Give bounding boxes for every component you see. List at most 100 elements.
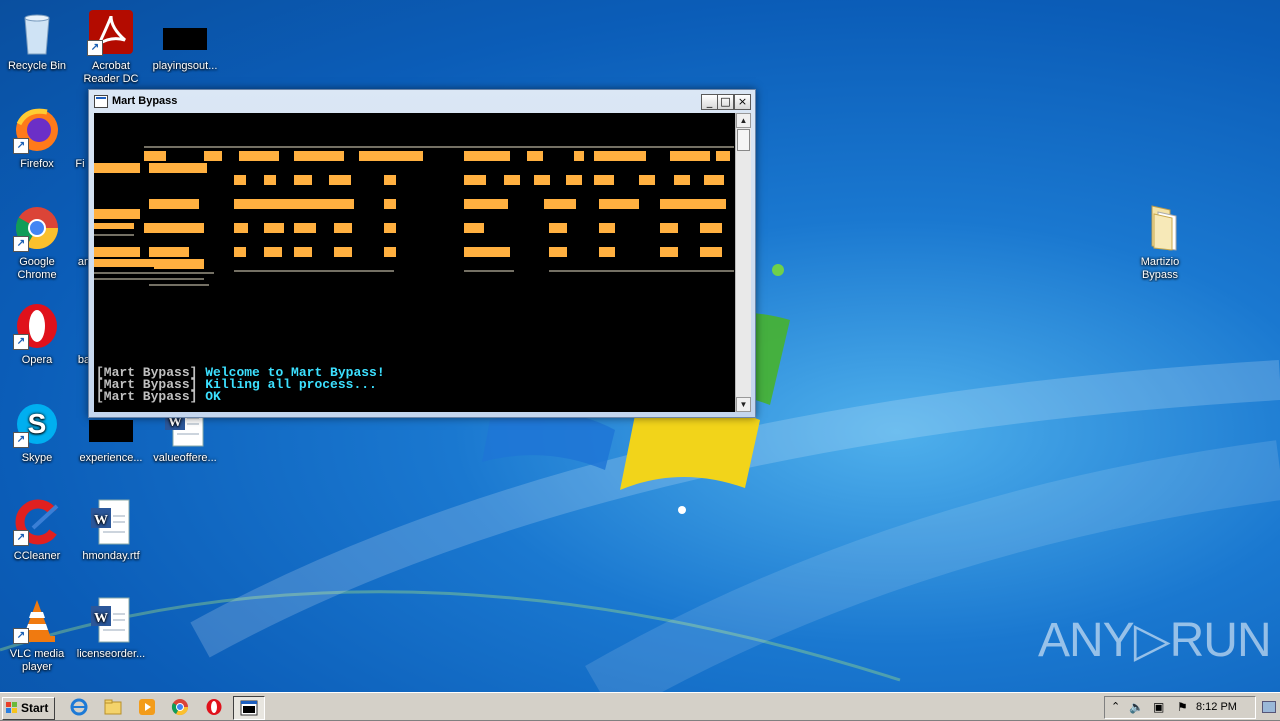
banner-block xyxy=(234,223,248,233)
black-file-icon xyxy=(163,28,207,50)
desktop-icon-skype[interactable]: S ↗ Skype xyxy=(0,400,74,465)
banner-block xyxy=(144,151,166,161)
tray-expand-icon[interactable]: ⌃ xyxy=(1111,700,1120,713)
banner-block xyxy=(700,247,722,257)
opera-icon[interactable] xyxy=(205,698,223,716)
taskbar-console-button[interactable] xyxy=(233,696,265,720)
flag-icon[interactable]: ⚑ xyxy=(1177,700,1188,714)
banner-block xyxy=(94,163,140,173)
shortcut-arrow-icon: ↗ xyxy=(13,432,29,448)
desktop-icon-licenseorder[interactable]: W licenseorder... xyxy=(74,596,148,661)
minimize-button[interactable]: _ xyxy=(701,94,718,110)
banner-block xyxy=(464,247,510,257)
banner-block xyxy=(670,151,710,161)
console-icon xyxy=(94,95,108,108)
scroll-down-icon[interactable]: ▼ xyxy=(736,397,751,412)
explorer-icon[interactable] xyxy=(104,698,122,716)
desktop-icon-opera[interactable]: ↗ Opera xyxy=(0,302,74,367)
banner-block xyxy=(527,151,543,161)
banner-block xyxy=(204,151,222,161)
banner-block xyxy=(599,247,615,257)
banner-block xyxy=(534,175,550,185)
banner-block xyxy=(334,247,352,257)
banner-block xyxy=(674,175,690,185)
media-player-icon[interactable] xyxy=(138,698,156,716)
desktop-icon-hmonday[interactable]: W hmonday.rtf xyxy=(74,498,148,563)
banner-block xyxy=(149,163,207,173)
banner-block xyxy=(94,259,154,267)
banner-block xyxy=(544,199,576,209)
ie-icon[interactable] xyxy=(70,698,88,716)
console-output[interactable]: [Mart Bypass] Welcome to Mart Bypass! [M… xyxy=(94,113,735,412)
banner-block xyxy=(359,151,423,161)
scroll-up-icon[interactable]: ▲ xyxy=(736,113,751,128)
chrome-icon[interactable] xyxy=(171,698,189,716)
start-button[interactable]: Start xyxy=(2,697,55,720)
banner-block xyxy=(700,223,722,233)
desktop-icon-label: hmonday.rtf xyxy=(82,550,140,562)
banner-block xyxy=(566,175,582,185)
desktop-icon-label: Opera xyxy=(21,354,53,366)
desktop-icon-recycle-bin[interactable]: Recycle Bin xyxy=(0,8,74,73)
desktop-icon-chrome[interactable]: ↗ Google Chrome xyxy=(0,204,74,282)
clock[interactable]: 8:12 PM xyxy=(1196,701,1237,713)
desktop-icon-label: Acrobat Reader DC xyxy=(83,60,139,85)
banner-block xyxy=(154,259,204,269)
shortcut-arrow-icon: ↗ xyxy=(87,40,103,56)
desktop-icon-martizio-bypass[interactable]: Martizio Bypass xyxy=(1123,204,1197,282)
desktop-icon-label: VLC media player xyxy=(9,648,65,673)
console-line: [Mart Bypass] OK xyxy=(96,389,221,404)
shortcut-arrow-icon: ↗ xyxy=(13,138,29,154)
taskbar: Start ⌃ 🔈 ▣ ⚑ 8:12 PM xyxy=(0,692,1280,721)
close-button[interactable]: × xyxy=(734,94,751,110)
start-label: Start xyxy=(21,701,49,715)
desktop-icon-label: Skype xyxy=(21,452,53,464)
banner-block xyxy=(94,223,134,229)
anyrun-watermark: ANY▷RUN xyxy=(1038,614,1272,667)
banner-block xyxy=(464,175,486,185)
console-window[interactable]: Mart Bypass _ □ × [Mart Bypass] Welcome … xyxy=(88,89,756,418)
banner-block xyxy=(329,175,351,185)
banner-block xyxy=(234,199,354,209)
show-desktop-icon[interactable] xyxy=(1262,701,1276,713)
banner-block xyxy=(384,199,396,209)
banner-block xyxy=(464,199,508,209)
banner-block xyxy=(294,151,344,161)
desktop-icon-label: CCleaner xyxy=(13,550,61,562)
desktop-icon-acrobat[interactable]: ↗ Acrobat Reader DC xyxy=(74,8,148,86)
banner-block xyxy=(660,247,678,257)
desktop-icon-fi[interactable]: Fi xyxy=(70,106,90,171)
desktop-icon-ccleaner[interactable]: ↗ CCleaner xyxy=(0,498,74,563)
banner-block xyxy=(464,151,510,161)
banner-block xyxy=(334,223,352,233)
desktop-icon-label: Martizio Bypass xyxy=(1140,256,1180,281)
shortcut-arrow-icon: ↗ xyxy=(13,334,29,350)
desktop-icon-label: Recycle Bin xyxy=(7,60,67,72)
svg-text:S: S xyxy=(28,408,47,439)
shortcut-arrow-icon: ↗ xyxy=(13,530,29,546)
desktop-icon-label: licenseorder... xyxy=(76,648,146,660)
windows-flag-icon xyxy=(6,702,17,713)
banner-block xyxy=(94,209,140,219)
banner-block xyxy=(234,175,246,185)
desktop-icon-vlc[interactable]: ↗ VLC media player xyxy=(0,596,74,674)
banner-block xyxy=(294,175,312,185)
vertical-scrollbar[interactable]: ▲ ▼ xyxy=(735,113,751,412)
banner-block xyxy=(504,175,520,185)
scroll-thumb[interactable] xyxy=(737,129,750,151)
banner-block xyxy=(264,247,282,257)
desktop-icon-label: experience... xyxy=(79,452,143,464)
banner-block xyxy=(234,247,246,257)
shortcut-arrow-icon: ↗ xyxy=(13,236,29,252)
banner-block xyxy=(704,175,724,185)
banner-block xyxy=(594,175,614,185)
volume-icon[interactable]: 🔈 xyxy=(1129,700,1144,714)
banner-block xyxy=(94,247,140,257)
desktop-icon-firefox[interactable]: ↗ Firefox xyxy=(0,106,74,171)
window-titlebar[interactable]: Mart Bypass _ □ × xyxy=(89,90,755,112)
banner-block xyxy=(574,151,584,161)
network-icon[interactable]: ▣ xyxy=(1153,700,1164,714)
maximize-button[interactable]: □ xyxy=(717,94,734,110)
desktop-icon-playingsout[interactable]: playingsout... xyxy=(148,8,222,73)
desktop-icon-label: valueoffere... xyxy=(153,452,217,464)
